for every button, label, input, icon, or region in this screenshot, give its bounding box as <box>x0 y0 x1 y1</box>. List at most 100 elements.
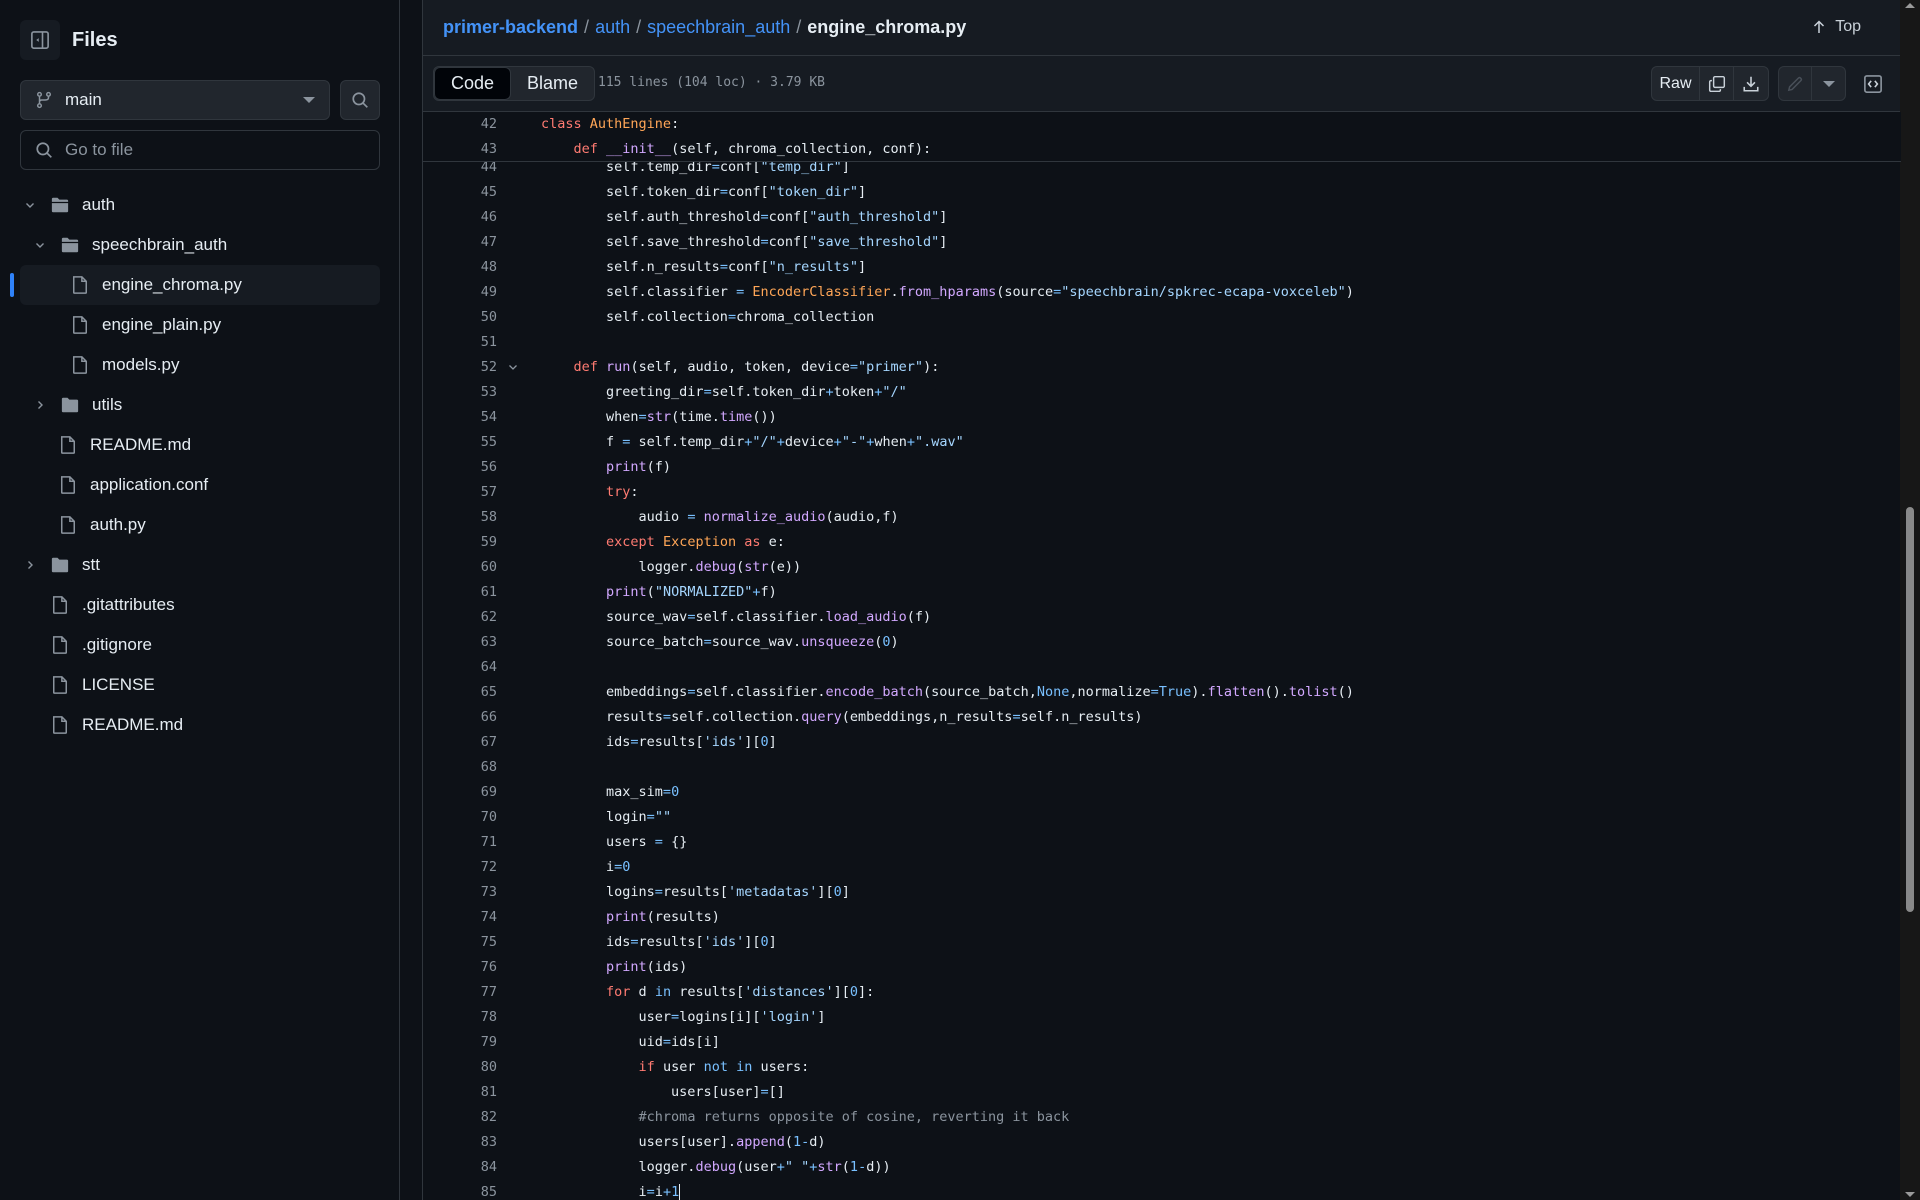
line-number[interactable]: 82 <box>423 1105 497 1130</box>
line-number[interactable]: 58 <box>423 505 497 530</box>
tree-folder[interactable]: speechbrain_auth <box>0 225 400 265</box>
file-icon <box>50 715 70 735</box>
line-number[interactable]: 43 <box>423 137 497 162</box>
tree-file[interactable]: models.py <box>0 345 400 385</box>
line-number[interactable]: 61 <box>423 580 497 605</box>
tree-file[interactable]: application.conf <box>0 465 400 505</box>
code-viewer[interactable]: 42 class AuthEngine: 43 def __init__(self,… <box>423 112 1901 1200</box>
line-number[interactable]: 67 <box>423 730 497 755</box>
tree-file[interactable]: LICENSE <box>0 665 400 705</box>
line-number[interactable]: 63 <box>423 630 497 655</box>
tree-folder[interactable]: utils <box>0 385 400 425</box>
line-number[interactable]: 57 <box>423 480 497 505</box>
line-number[interactable]: 53 <box>423 380 497 405</box>
line-number[interactable]: 75 <box>423 930 497 955</box>
edit-options-dropdown[interactable] <box>1812 67 1845 100</box>
tree-file[interactable]: auth.py <box>0 505 400 545</box>
chevron-right-icon[interactable] <box>32 399 48 411</box>
collapse-sidebar-button[interactable] <box>20 20 60 60</box>
line-number[interactable]: 49 <box>423 280 497 305</box>
code-line: 61 print("NORMALIZED"+f) <box>423 580 1901 605</box>
tree-file[interactable]: .gitignore <box>0 625 400 665</box>
code-token: logins <box>541 884 655 900</box>
line-number[interactable]: 85 <box>423 1180 497 1200</box>
line-number[interactable]: 55 <box>423 430 497 455</box>
line-number[interactable]: 64 <box>423 655 497 680</box>
tree-folder[interactable]: stt <box>0 545 400 585</box>
code-token: "speechbrain/spkrec-ecapa-voxceleb" <box>1061 284 1346 300</box>
line-number[interactable]: 50 <box>423 305 497 330</box>
chevron-down-icon[interactable] <box>32 239 48 251</box>
line-number[interactable]: 62 <box>423 605 497 630</box>
line-number[interactable]: 46 <box>423 205 497 230</box>
copy-raw-button[interactable] <box>1700 67 1734 100</box>
tab-blame[interactable]: Blame <box>511 67 594 100</box>
tab-code[interactable]: Code <box>434 67 512 100</box>
line-number[interactable]: 66 <box>423 705 497 730</box>
page-scrollbar[interactable] <box>1900 0 1920 1200</box>
breadcrumb-speechbrain-auth-link[interactable]: speechbrain_auth <box>647 17 790 37</box>
line-number[interactable]: 83 <box>423 1130 497 1155</box>
line-number[interactable]: 59 <box>423 530 497 555</box>
fold-chevron-icon[interactable] <box>507 361 519 373</box>
tree-file[interactable]: README.md <box>0 705 400 745</box>
line-number[interactable]: 54 <box>423 405 497 430</box>
code-token: token <box>833 384 875 400</box>
back-to-top-link[interactable]: Top <box>1811 18 1861 36</box>
edit-file-button[interactable] <box>1779 67 1812 100</box>
line-number[interactable]: 69 <box>423 780 497 805</box>
breadcrumb-repo-link[interactable]: primer-backend <box>443 17 578 37</box>
code-line: 74 print(results) <box>423 905 1901 930</box>
line-number[interactable]: 77 <box>423 980 497 1005</box>
code-token: in <box>736 1059 753 1075</box>
scroll-down-arrow-icon[interactable] <box>1905 1192 1915 1197</box>
code-token: ][ <box>833 984 850 1000</box>
tree-file[interactable]: engine_chroma.py <box>0 265 400 305</box>
line-number[interactable]: 47 <box>423 230 497 255</box>
line-number[interactable]: 68 <box>423 755 497 780</box>
code-token: when <box>541 409 639 425</box>
branch-selector[interactable]: main <box>20 80 330 120</box>
symbols-panel-button[interactable] <box>1863 74 1883 99</box>
code-token: d)) <box>866 1159 891 1175</box>
tree-file[interactable]: .gitattributes <box>0 585 400 625</box>
tree-file[interactable]: engine_plain.py <box>0 305 400 345</box>
code-token: = <box>1012 709 1021 725</box>
line-number[interactable]: 42 <box>423 112 497 137</box>
scrollbar-thumb[interactable] <box>1906 507 1914 912</box>
scroll-up-arrow-icon[interactable] <box>1905 3 1915 8</box>
raw-button[interactable]: Raw <box>1652 67 1700 100</box>
code-token: 1 <box>793 1134 802 1150</box>
line-number[interactable]: 48 <box>423 255 497 280</box>
line-number[interactable]: 71 <box>423 830 497 855</box>
line-number[interactable]: 80 <box>423 1055 497 1080</box>
line-number[interactable]: 60 <box>423 555 497 580</box>
line-number[interactable]: 81 <box>423 1080 497 1105</box>
tree-folder[interactable]: auth <box>0 185 400 225</box>
line-number[interactable]: 76 <box>423 955 497 980</box>
line-number[interactable]: 73 <box>423 880 497 905</box>
line-number[interactable]: 65 <box>423 680 497 705</box>
code-token: = <box>849 359 859 375</box>
tree-file[interactable]: README.md <box>0 425 400 465</box>
code-line: 64 <box>423 655 1901 680</box>
search-files-button[interactable] <box>340 80 380 120</box>
line-number[interactable]: 84 <box>423 1155 497 1180</box>
line-number[interactable]: 78 <box>423 1005 497 1030</box>
line-number[interactable]: 74 <box>423 905 497 930</box>
line-source: i=0 <box>541 855 630 880</box>
chevron-down-icon[interactable] <box>22 199 38 211</box>
line-number[interactable]: 72 <box>423 855 497 880</box>
chevron-right-icon[interactable] <box>22 559 38 571</box>
line-number[interactable]: 51 <box>423 330 497 355</box>
line-number[interactable]: 45 <box>423 180 497 205</box>
line-number[interactable]: 70 <box>423 805 497 830</box>
breadcrumb-auth-link[interactable]: auth <box>595 17 630 37</box>
line-number[interactable]: 56 <box>423 455 497 480</box>
go-to-file-input[interactable] <box>65 140 365 160</box>
go-to-file-field[interactable] <box>20 130 380 170</box>
download-button[interactable] <box>1734 67 1768 100</box>
line-number[interactable]: 52 <box>423 355 497 380</box>
line-number[interactable]: 79 <box>423 1030 497 1055</box>
